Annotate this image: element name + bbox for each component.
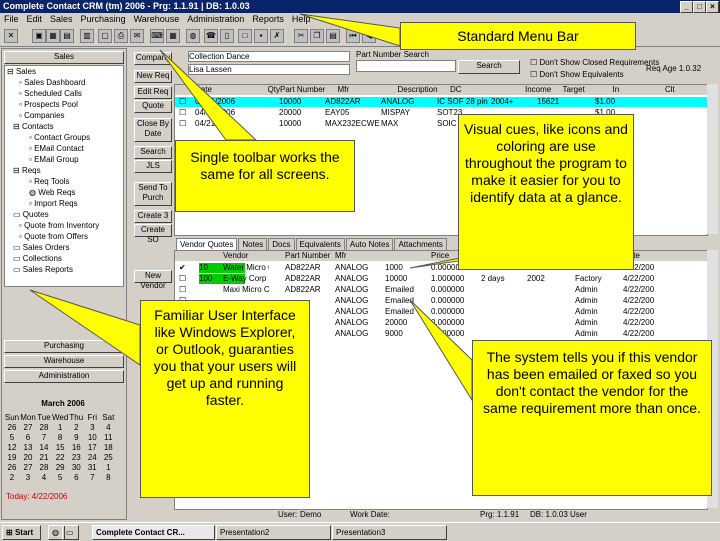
callout-system-tells: The system tells you if this vendor has … [472, 340, 712, 496]
callout-visual-cues: Visual cues, like icons and coloring are… [458, 114, 634, 270]
pointer-menu [299, 13, 401, 47]
pointer-familiar [29, 289, 141, 366]
callout-familiar-ui: Familiar User Interface like Windows Exp… [140, 300, 310, 498]
pointer-toolbar [159, 49, 258, 141]
callout-menu-bar: Standard Menu Bar [400, 22, 636, 50]
callout-toolbar: Single toolbar works the same for all sc… [175, 140, 355, 212]
pointer-system [409, 299, 473, 402]
